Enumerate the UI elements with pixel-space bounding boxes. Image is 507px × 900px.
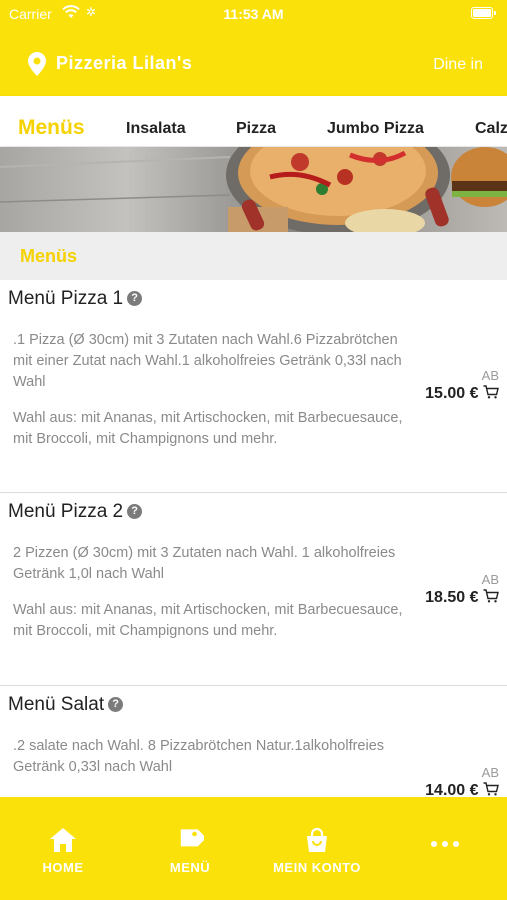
menu-item[interactable]: Menü Pizza 1? .1 Pizza (Ø 30cm) mit 3 Zu…	[0, 280, 507, 493]
battery-icon	[471, 7, 496, 19]
app-header: Pizzeria Lilan's Dine in	[0, 28, 507, 96]
item-name: Menü Salat?	[8, 694, 124, 716]
tab-jumbo-pizza[interactable]: Jumbo Pizza	[327, 120, 424, 138]
item-name: Menü Pizza 2?	[8, 501, 143, 523]
category-banner-image	[0, 147, 507, 232]
tabbar-more[interactable]	[420, 835, 470, 853]
item-price[interactable]: 18.50 €	[425, 589, 499, 607]
item-name: Menü Pizza 1?	[8, 288, 143, 310]
item-description: .1 Pizza (Ø 30cm) mit 3 Zutaten nach Wah…	[13, 332, 402, 390]
price-prefix: AB	[481, 368, 499, 383]
section-title: Menüs	[20, 246, 78, 266]
cart-icon[interactable]	[483, 782, 499, 796]
item-options: Wahl aus: mit Ananas, mit Artischocken, …	[13, 602, 403, 639]
tabbar-menu-label: MENÜ	[169, 860, 211, 875]
shopping-bag-icon	[307, 827, 327, 852]
tabbar-menu[interactable]: MENÜ	[160, 827, 220, 875]
tab-menus[interactable]: Menüs	[18, 116, 85, 140]
cart-icon[interactable]	[483, 589, 499, 603]
dine-in-button[interactable]: Dine in	[433, 56, 483, 74]
cart-icon[interactable]	[483, 385, 499, 399]
price-prefix: AB	[481, 572, 499, 587]
section-header: Menüs	[0, 232, 507, 280]
tabbar-home-label: HOME	[42, 860, 84, 875]
item-description: .2 salate nach Wahl. 8 Pizzabrötchen Nat…	[13, 738, 385, 775]
item-price[interactable]: 15.00 €	[425, 385, 499, 403]
tabbar-account[interactable]: MEIN KONTO	[268, 827, 366, 875]
tab-insalata[interactable]: Insalata	[126, 120, 186, 138]
tabbar-home[interactable]: HOME	[33, 827, 93, 875]
home-icon	[50, 828, 76, 852]
category-tabs: Menüs Insalata Pizza Jumbo Pizza Calz	[0, 96, 507, 146]
item-options: Wahl aus: mit Ananas, mit Artischocken, …	[13, 410, 403, 447]
restaurant-name[interactable]: Pizzeria Lilan's	[56, 53, 192, 74]
status-time: 11:53 AM	[223, 6, 284, 22]
menu-item[interactable]: Menü Pizza 2? 2 Pizzen (Ø 30cm) mit 3 Zu…	[0, 493, 507, 686]
price-prefix: AB	[481, 765, 499, 780]
help-icon[interactable]: ?	[127, 504, 143, 519]
more-icon	[431, 841, 459, 847]
tab-pizza[interactable]: Pizza	[236, 120, 276, 138]
menu-item[interactable]: Menü Salat? .2 salate nach Wahl. 8 Pizza…	[0, 686, 507, 800]
location-pin-icon[interactable]	[28, 52, 46, 76]
help-icon[interactable]: ?	[127, 291, 143, 306]
tag-icon	[180, 829, 207, 847]
tabbar-account-label: MEIN KONTO	[273, 860, 361, 875]
status-bar: Carrier ✲ 11:53 AM	[0, 0, 507, 28]
item-description: 2 Pizzen (Ø 30cm) mit 3 Zutaten nach Wah…	[13, 545, 396, 582]
help-icon[interactable]: ?	[108, 697, 124, 712]
tab-calzone[interactable]: Calz	[475, 120, 507, 138]
bottom-tab-bar: HOME MENÜ MEIN KONTO	[0, 797, 507, 900]
